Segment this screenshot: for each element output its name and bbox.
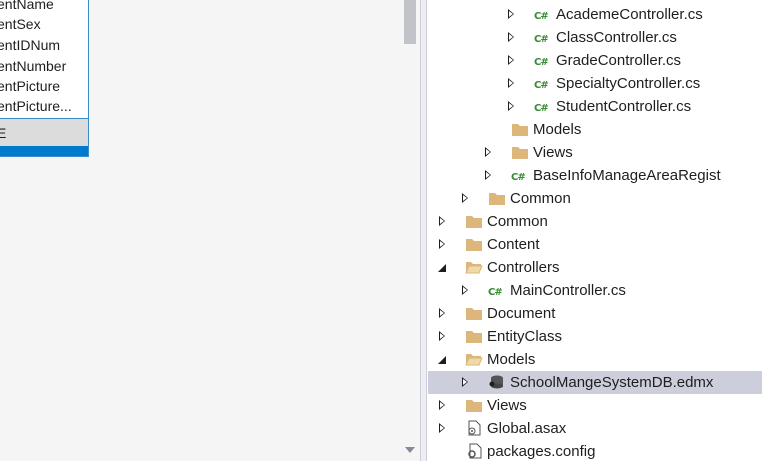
csharp-file-icon: C# <box>534 57 549 68</box>
tree-row[interactable]: Views <box>428 141 762 164</box>
tree-row[interactable]: C# StudentController.cs <box>428 95 762 118</box>
folder-icon <box>465 213 483 229</box>
tree-row[interactable]: C# AcademeController.cs <box>428 3 762 26</box>
collapsed-arrow-icon[interactable] <box>462 285 468 295</box>
collapsed-arrow-icon[interactable] <box>508 32 514 42</box>
collapsed-arrow-icon[interactable] <box>439 331 445 341</box>
tree-item-label: ClassController.cs <box>556 29 677 46</box>
folder-icon <box>465 236 483 252</box>
csharp-file-icon: C# <box>534 11 549 22</box>
tree-row[interactable]: Document <box>428 302 762 325</box>
csharp-file-icon: C# <box>511 172 526 183</box>
tree-item-label: SchoolMangeSystemDB.edmx <box>510 374 714 391</box>
vertical-scrollbar[interactable] <box>402 0 420 461</box>
entity-box-footer <box>0 146 88 156</box>
tree-item-label: GradeController.cs <box>556 52 682 69</box>
property-item[interactable]: entName <box>0 0 54 14</box>
tree-row[interactable]: Global.asax <box>428 417 762 440</box>
entity-properties-box[interactable]: entName entSex entIDNum entNumber entPic… <box>0 0 89 157</box>
folder-icon <box>488 190 506 206</box>
tree-item-label: MainController.cs <box>510 282 626 299</box>
tree-row[interactable]: packages.config <box>428 440 762 461</box>
solution-explorer-tree: C# AcademeController.cs C# ClassController.… <box>428 0 762 461</box>
csharp-file-icon: C# <box>534 103 549 114</box>
tree-row[interactable]: C# MainController.cs <box>428 279 762 302</box>
tree-item-label: Models <box>533 121 582 138</box>
collapsed-arrow-icon[interactable] <box>508 101 514 111</box>
tree-row[interactable]: C# BaseInfoManageAreaRegist <box>428 164 762 187</box>
tree-item-label: Common <box>487 213 548 230</box>
asax-file-icon <box>465 420 483 436</box>
folder-open-icon <box>465 259 483 275</box>
csharp-file-icon: C# <box>488 287 503 298</box>
collapsed-arrow-icon[interactable] <box>485 147 491 157</box>
tree-item-label: EntityClass <box>487 328 563 345</box>
tree-row[interactable]: Common <box>428 210 762 233</box>
tree-row[interactable]: C# SpecialtyController.cs <box>428 72 762 95</box>
config-file-icon <box>465 443 483 459</box>
tree-row[interactable]: C# GradeController.cs <box>428 49 762 72</box>
tree-item-label: Common <box>510 190 571 207</box>
scrollbar-thumb[interactable] <box>404 0 416 44</box>
tree-item-label: Global.asax <box>487 420 567 437</box>
tree-item-label: Views <box>533 144 573 161</box>
collapsed-arrow-icon[interactable] <box>439 216 445 226</box>
collapsed-arrow-icon[interactable] <box>439 239 445 249</box>
tree-item-label: Document <box>487 305 556 322</box>
collapsed-arrow-icon[interactable] <box>439 308 445 318</box>
collapsed-arrow-icon[interactable] <box>439 423 445 433</box>
tree-item-label: Controllers <box>487 259 560 276</box>
collapsed-arrow-icon[interactable] <box>439 400 445 410</box>
csharp-file-icon: C# <box>534 34 549 45</box>
tree-item-label: SpecialtyController.cs <box>556 75 701 92</box>
tree-item-label: AcademeController.cs <box>556 6 703 23</box>
folder-icon <box>465 328 483 344</box>
collapsed-arrow-icon[interactable] <box>462 377 468 387</box>
tree-item-label: StudentController.cs <box>556 98 692 115</box>
pane-splitter[interactable] <box>420 0 427 461</box>
tree-row[interactable]: SchoolMangeSystemDB.edmx <box>428 371 762 394</box>
csharp-file-icon: C# <box>534 80 549 91</box>
tree-row[interactable]: Common <box>428 187 762 210</box>
folder-icon <box>511 144 529 160</box>
tree-row[interactable]: C# ClassController.cs <box>428 26 762 49</box>
property-item[interactable]: entPicture <box>0 76 60 96</box>
tree-row[interactable]: Content <box>428 233 762 256</box>
edmx-file-icon <box>488 374 506 390</box>
tree-row[interactable]: Models <box>428 348 762 371</box>
expanded-arrow-icon[interactable] <box>438 264 446 272</box>
collapsed-arrow-icon[interactable] <box>462 193 468 203</box>
scroll-down-icon[interactable] <box>405 447 415 453</box>
tree-item-label: BaseInfoManageAreaRegist <box>533 167 721 184</box>
tree-item-label: Views <box>487 397 527 414</box>
property-item[interactable]: entSex <box>0 14 41 34</box>
folder-open-icon <box>465 351 483 367</box>
folder-icon <box>465 305 483 321</box>
collapsed-arrow-icon[interactable] <box>508 78 514 88</box>
designer-pane: entName entSex entIDNum entNumber entPic… <box>0 0 420 461</box>
collapsed-arrow-icon[interactable] <box>508 9 514 19</box>
tree-item-label: packages.config <box>487 443 596 460</box>
tree-item-label: Models <box>487 351 536 368</box>
folder-icon <box>465 397 483 413</box>
tree-row[interactable]: Views <box>428 394 762 417</box>
property-item[interactable]: entNumber <box>0 56 66 76</box>
tree-row[interactable]: EntityClass <box>428 325 762 348</box>
tree-item-label: Content <box>487 236 540 253</box>
navigation-properties-header[interactable]: E <box>0 118 88 147</box>
tree-row[interactable]: Models <box>428 118 762 141</box>
expanded-arrow-icon[interactable] <box>438 356 446 364</box>
collapsed-arrow-icon[interactable] <box>485 170 491 180</box>
property-item[interactable]: entIDNum <box>0 35 60 55</box>
tree-row[interactable]: Controllers <box>428 256 762 279</box>
property-item[interactable]: entPicture... <box>0 96 72 116</box>
navigation-header-label: E <box>0 123 6 143</box>
collapsed-arrow-icon[interactable] <box>508 55 514 65</box>
folder-icon <box>511 121 529 137</box>
